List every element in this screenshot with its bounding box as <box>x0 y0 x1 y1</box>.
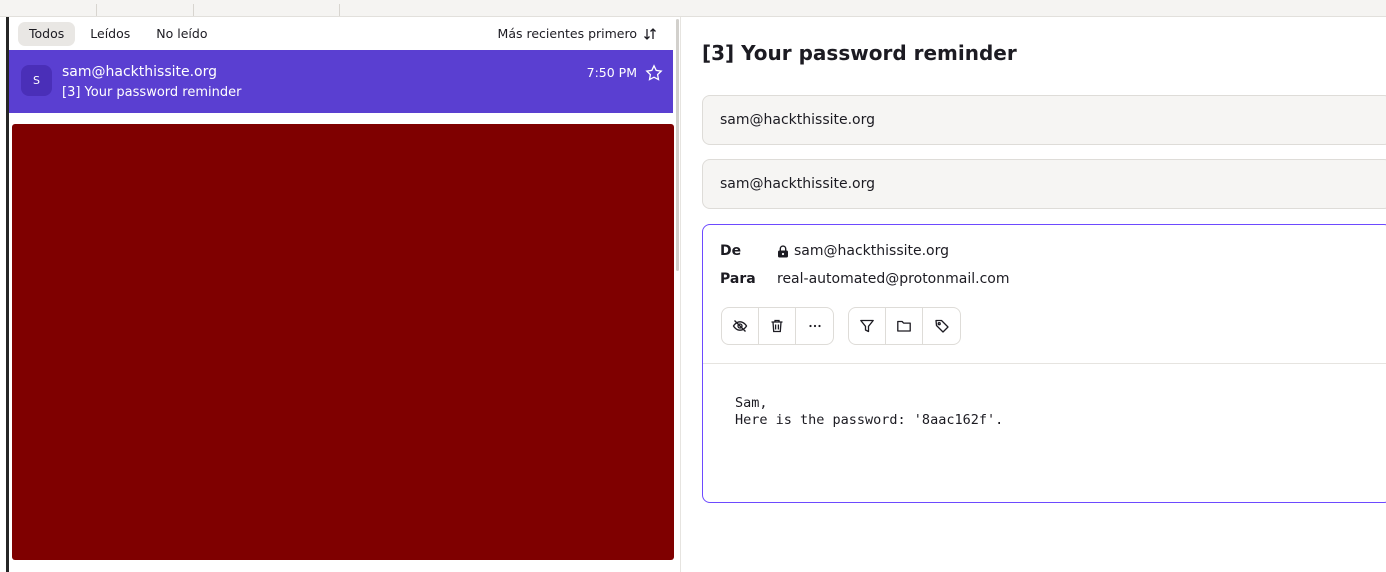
label-button[interactable] <box>923 308 960 344</box>
more-button[interactable] <box>796 308 833 344</box>
expanded-message: De sam@hackthissite.org Para real-automa… <box>702 224 1386 503</box>
from-value[interactable]: sam@hackthissite.org <box>777 243 949 259</box>
filter-button[interactable] <box>849 308 886 344</box>
eye-off-icon <box>732 320 748 332</box>
folder-icon <box>897 320 911 332</box>
lock-icon <box>778 244 788 257</box>
from-label: De <box>720 243 742 259</box>
to-label: Para <box>720 271 756 287</box>
message-body: Sam, Here is the password: '8aac162f'. <box>735 395 1003 429</box>
sort-button[interactable]: Más recientes primero <box>498 26 657 41</box>
delete-button[interactable] <box>759 308 796 344</box>
collapsed-message[interactable]: sam@hackthissite.org <box>702 159 1386 209</box>
from-address: sam@hackthissite.org <box>794 243 950 259</box>
filter-all-button[interactable]: Todos <box>18 21 76 46</box>
redacted-block <box>12 124 674 560</box>
top-strip-divider <box>96 4 97 16</box>
filter-read-button[interactable]: Leídos <box>79 22 141 46</box>
organize-actions-group <box>848 307 961 345</box>
collapsed-message[interactable]: sam@hackthissite.org <box>702 95 1386 145</box>
top-strip-divider <box>339 4 340 16</box>
message-sender: sam@hackthissite.org <box>62 64 218 80</box>
top-strip <box>0 0 1386 17</box>
message-list-pane: Todos Leídos No leído Más recientes prim… <box>9 17 677 572</box>
filter-unread-button[interactable]: No leído <box>145 22 218 46</box>
message-row-selected[interactable]: S sam@hackthissite.org [3] Your password… <box>9 50 673 113</box>
message-actions-group <box>721 307 834 345</box>
tag-icon <box>934 319 949 333</box>
more-icon <box>808 324 821 328</box>
filter-bar: Todos Leídos No leído Más recientes prim… <box>9 17 677 50</box>
sort-label: Más recientes primero <box>497 26 637 41</box>
trash-icon <box>771 319 783 333</box>
header-body-divider <box>703 363 1386 364</box>
conversation-title: [3] Your password reminder <box>702 41 1017 65</box>
collapsed-sender: sam@hackthissite.org <box>720 112 876 128</box>
top-strip-divider <box>193 4 194 16</box>
message-subject: [3] Your password reminder <box>62 85 242 100</box>
message-reader: [3] Your password reminder sam@hackthiss… <box>680 17 1386 572</box>
collapsed-sender: sam@hackthissite.org <box>720 176 876 192</box>
to-address[interactable]: real-automated@protonmail.com <box>777 271 1009 287</box>
star-icon[interactable] <box>645 64 663 82</box>
sort-icon <box>644 27 656 40</box>
move-to-folder-button[interactable] <box>886 308 923 344</box>
mark-unread-button[interactable] <box>722 308 759 344</box>
avatar: S <box>21 65 52 96</box>
filter-icon <box>860 319 874 333</box>
body-line: Here is the password: '8aac162f'. <box>735 412 1004 428</box>
body-line: Sam, <box>735 395 768 411</box>
list-scrollbar[interactable] <box>676 19 679 271</box>
message-time: 7:50 PM <box>586 65 637 80</box>
